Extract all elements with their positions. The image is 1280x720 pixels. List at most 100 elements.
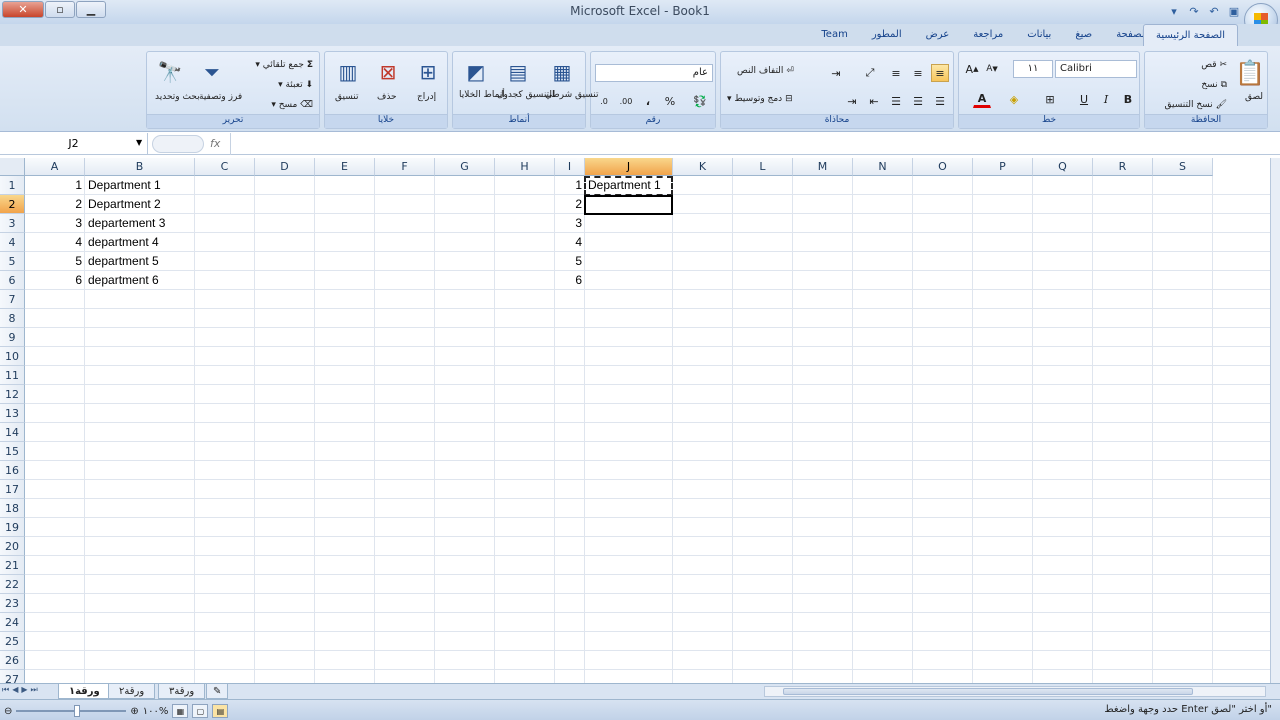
ribbon-tab-7[interactable]: المطور (860, 24, 914, 46)
name-box-dropdown-icon[interactable]: ▼ (136, 138, 142, 147)
delete-cells-icon[interactable]: ⊠ (373, 58, 403, 86)
find-select-button[interactable]: بحث وتحديد (155, 92, 200, 102)
cell-I2[interactable]: 2 (555, 195, 585, 214)
row-header-17[interactable]: 17 (0, 480, 25, 499)
column-header-H[interactable]: H (495, 158, 555, 176)
last-sheet-icon[interactable]: ⏭ (31, 685, 38, 695)
font-name-combo[interactable]: Calibri (1055, 60, 1137, 78)
cell-A4[interactable]: 4 (25, 233, 85, 252)
underline-button[interactable]: U (1075, 90, 1093, 108)
cell-A5[interactable]: 5 (25, 252, 85, 271)
column-header-G[interactable]: G (435, 158, 495, 176)
column-header-O[interactable]: O (913, 158, 973, 176)
delete-cells-button[interactable]: حذف (377, 92, 397, 102)
row-header-2[interactable]: 2 (0, 195, 25, 214)
cell-A2[interactable]: 2 (25, 195, 85, 214)
cut-button[interactable]: قص ✂ (1201, 60, 1227, 70)
formula-input[interactable] (230, 133, 1280, 155)
page-break-view-icon[interactable]: ▦ (172, 704, 189, 718)
align-bottom-icon[interactable]: ≡ (887, 64, 905, 82)
row-header-23[interactable]: 23 (0, 594, 25, 613)
prev-sheet-icon[interactable]: ◀ (12, 685, 18, 695)
paste-icon[interactable]: 📋 (1235, 58, 1265, 88)
row-header-13[interactable]: 13 (0, 404, 25, 423)
save-icon[interactable]: ▣ (1226, 3, 1242, 19)
cell-I3[interactable]: 3 (555, 214, 585, 233)
column-header-B[interactable]: B (85, 158, 195, 176)
insert-cells-icon[interactable]: ⊞ (413, 58, 443, 86)
column-header-F[interactable]: F (375, 158, 435, 176)
column-header-A[interactable]: A (25, 158, 85, 176)
horizontal-scroll-thumb[interactable] (783, 688, 1193, 695)
indent-icon[interactable]: ⇥ (827, 64, 845, 82)
bold-button[interactable]: B (1119, 90, 1137, 108)
currency-icon[interactable]: 💱 (691, 92, 709, 110)
format-table-button[interactable]: التنسيق كجدول (497, 90, 555, 100)
align-right-icon[interactable]: ☰ (887, 92, 905, 110)
row-header-22[interactable]: 22 (0, 575, 25, 594)
row-header-15[interactable]: 15 (0, 442, 25, 461)
sheet-tab-1[interactable]: ورقة١ (58, 684, 111, 699)
format-cells-button[interactable]: تنسيق (335, 92, 358, 102)
zoom-slider[interactable] (16, 705, 127, 717)
borders-icon[interactable]: ⊞ (1041, 90, 1059, 108)
insert-sheet-icon[interactable]: ✎ (206, 684, 229, 699)
cell-B2[interactable]: Department 2 (85, 195, 195, 214)
row-header-5[interactable]: 5 (0, 252, 25, 271)
cell-A1[interactable]: 1 (25, 176, 85, 195)
row-header-4[interactable]: 4 (0, 233, 25, 252)
row-header-16[interactable]: 16 (0, 461, 25, 480)
copy-button[interactable]: نسخ ⧉ (1201, 80, 1227, 90)
column-header-I[interactable]: I (555, 158, 585, 176)
column-header-M[interactable]: M (793, 158, 853, 176)
column-header-R[interactable]: R (1093, 158, 1153, 176)
vertical-scrollbar[interactable] (1270, 158, 1280, 683)
align-middle-icon[interactable]: ≡ (909, 64, 927, 82)
comma-button[interactable]: ، (639, 92, 657, 110)
row-header-21[interactable]: 21 (0, 556, 25, 575)
row-header-3[interactable]: 3 (0, 214, 25, 233)
redo-icon[interactable]: ↷ (1186, 3, 1202, 19)
paste-button[interactable]: لصق (1245, 92, 1263, 102)
find-select-icon[interactable]: 🔭 (155, 58, 185, 86)
row-header-1[interactable]: 1 (0, 176, 25, 195)
column-header-K[interactable]: K (673, 158, 733, 176)
page-layout-view-icon[interactable]: ▢ (192, 704, 209, 718)
cell-I4[interactable]: 4 (555, 233, 585, 252)
column-header-C[interactable]: C (195, 158, 255, 176)
column-header-J[interactable]: J (585, 158, 673, 176)
row-header-25[interactable]: 25 (0, 632, 25, 651)
row-header-12[interactable]: 12 (0, 385, 25, 404)
column-header-D[interactable]: D (255, 158, 315, 176)
orientation-icon[interactable]: ⤢ (861, 64, 879, 82)
decrease-font-icon[interactable]: A ▼ (983, 60, 1001, 78)
autosum-button[interactable]: ▾ جمع تلقائي Σ (255, 60, 313, 70)
cell-B5[interactable]: department 5 (85, 252, 195, 271)
zoom-slider-knob[interactable] (74, 705, 81, 717)
cell-B4[interactable]: department 4 (85, 233, 195, 252)
cell-I1[interactable]: 1 (555, 176, 585, 195)
cell-I5[interactable]: 5 (555, 252, 585, 271)
row-header-10[interactable]: 10 (0, 347, 25, 366)
font-size-combo[interactable]: ١١ (1013, 60, 1053, 78)
row-header-7[interactable]: 7 (0, 290, 25, 309)
fill-button[interactable]: ▾ تعبئة ⬇ (278, 80, 313, 90)
fill-color-icon[interactable]: ◈ (1005, 90, 1023, 108)
increase-decimal-button[interactable]: .00 (617, 92, 635, 110)
zoom-out-icon[interactable]: ⊖ (4, 706, 12, 717)
cell-A6[interactable]: 6 (25, 271, 85, 290)
conditional-format-icon[interactable]: ▦ (547, 58, 577, 86)
align-center-icon[interactable]: ☰ (909, 92, 927, 110)
decrease-indent-icon[interactable]: ⇤ (865, 92, 883, 110)
cell-styles-button[interactable]: أنماط الخلايا (459, 90, 505, 100)
row-header-26[interactable]: 26 (0, 651, 25, 670)
increase-indent-icon[interactable]: ⇥ (843, 92, 861, 110)
cell-I6[interactable]: 6 (555, 271, 585, 290)
ribbon-tab-8[interactable]: Team (809, 24, 859, 46)
format-painter-button[interactable]: نسخ التنسيق 🖌 (1165, 100, 1227, 110)
name-box[interactable]: J2 (0, 133, 148, 155)
sheet-tab-2[interactable]: ورقة٢ (108, 684, 156, 699)
customize-qat-icon[interactable]: ▾ (1166, 3, 1182, 19)
zoom-level[interactable]: ١٠٠% (143, 706, 169, 717)
row-header-20[interactable]: 20 (0, 537, 25, 556)
